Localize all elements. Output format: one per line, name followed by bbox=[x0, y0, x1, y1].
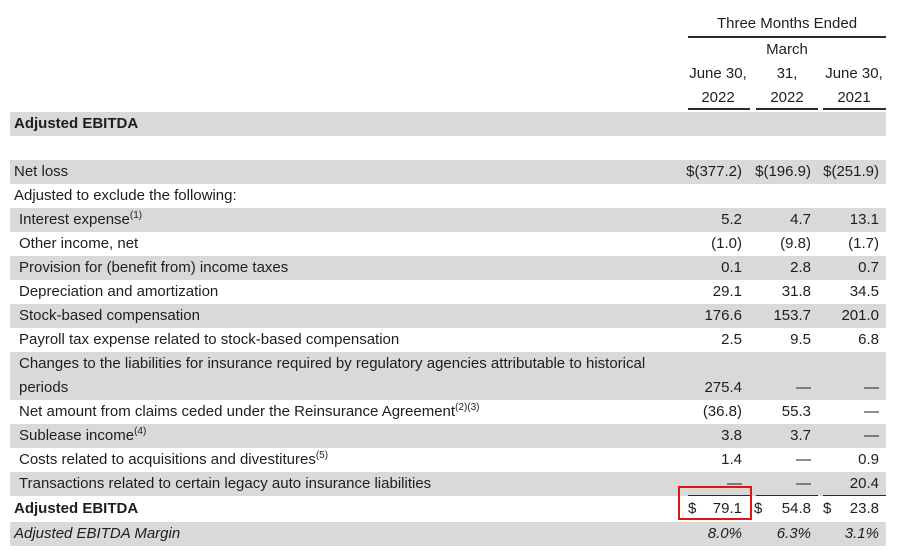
currency-symbol: $ bbox=[754, 500, 763, 517]
table-row-adjusted-exclude: Adjusted to exclude the following: bbox=[10, 184, 886, 208]
row-label: Adjusted to exclude the following: bbox=[14, 187, 237, 204]
value-2022-q2: 1.4 bbox=[721, 451, 742, 468]
value-2022-q1: 6.3% bbox=[776, 525, 811, 542]
row-label: Costs related to acquisitions and divest… bbox=[19, 451, 316, 468]
table-row-liabilities: Changes to the liabilities for insurance… bbox=[10, 352, 886, 400]
value-2021-q2: (1.7) bbox=[848, 235, 879, 252]
table-row-acquisitions: Costs related to acquisitions and divest… bbox=[10, 448, 886, 472]
row-label: Net amount from claims ceded under the R… bbox=[19, 403, 456, 420]
total-rule-col2 bbox=[756, 495, 818, 496]
table-row-net-loss: Net loss $(377.2) $(196.9) $(251.9) bbox=[10, 160, 886, 184]
col2-header-line2: 31, bbox=[776, 65, 798, 82]
col3-header-rule bbox=[823, 108, 886, 110]
spacer-row bbox=[10, 136, 886, 160]
value-2021-q2: 0.7 bbox=[858, 259, 879, 276]
value-2022-q1: 2.8 bbox=[790, 259, 811, 276]
row-label-wrapper: Costs related to acquisitions and divest… bbox=[19, 448, 328, 472]
value-2022-q1: 153.7 bbox=[773, 307, 811, 324]
row-label-wrapper: Interest expense(1) bbox=[19, 208, 142, 232]
col3-header-line1: June 30, bbox=[825, 65, 883, 82]
row-label: Adjusted EBITDA Margin bbox=[14, 525, 181, 542]
value-2022-q2: 176.6 bbox=[704, 307, 742, 324]
row-label: Interest expense bbox=[19, 211, 130, 228]
row-label: Payroll tax expense related to stock-bas… bbox=[19, 331, 400, 348]
table-row-legacy-auto: Transactions related to certain legacy a… bbox=[10, 472, 886, 496]
value-2021-q2: — bbox=[864, 403, 879, 420]
footnote-marker: (4) bbox=[134, 426, 147, 437]
value-2022-q1: — bbox=[796, 451, 811, 468]
value-2022-q2: 3.8 bbox=[721, 427, 742, 444]
table-row-payroll-tax: Payroll tax expense related to stock-bas… bbox=[10, 328, 886, 352]
table-row-adjusted-ebitda: Adjusted EBITDA $ 79.1 $ 54.8 $ 23.8 bbox=[10, 497, 886, 521]
row-label: Sublease income bbox=[19, 427, 135, 444]
value-2022-q1: — bbox=[796, 475, 811, 492]
footnote-marker: (5) bbox=[315, 450, 329, 461]
col1-header-rule bbox=[688, 108, 750, 110]
table-row-interest-expense: Interest expense(1) 5.2 4.7 13.1 bbox=[10, 208, 886, 232]
table-row-reinsurance: Net amount from claims ceded under the R… bbox=[10, 400, 886, 424]
value-2021-q2: 20.4 bbox=[849, 475, 879, 492]
value-2022-q2: 275.4 bbox=[704, 379, 742, 396]
value-2022-q2: (36.8) bbox=[702, 403, 742, 420]
row-label-wrapper: Net amount from claims ceded under the R… bbox=[19, 400, 480, 424]
value-2021-q2: 23.8 bbox=[849, 500, 879, 517]
value-2021-q2: 0.9 bbox=[858, 451, 879, 468]
col1-header-line1: June 30, bbox=[689, 65, 747, 82]
value-2022-q2: 29.1 bbox=[712, 283, 742, 300]
value-2022-q1: 54.8 bbox=[781, 500, 811, 517]
row-label: Transactions related to certain legacy a… bbox=[19, 475, 432, 492]
value-2021-q2: — bbox=[864, 379, 879, 396]
table-row-stock-comp: Stock-based compensation 176.6 153.7 201… bbox=[10, 304, 886, 328]
row-label: Provision for (benefit from) income taxe… bbox=[19, 259, 289, 276]
row-label: Other income, net bbox=[19, 235, 139, 252]
highlight-box bbox=[678, 486, 752, 520]
row-label: Adjusted EBITDA bbox=[14, 500, 139, 517]
value-2022-q2: 0.1 bbox=[721, 259, 742, 276]
value-2022-q1: — bbox=[796, 379, 811, 396]
table-row-other-income: Other income, net (1.0) (9.8) (1.7) bbox=[10, 232, 886, 256]
section-title-row: Adjusted EBITDA bbox=[10, 112, 886, 136]
footnote-marker: (1) bbox=[129, 210, 143, 221]
col1-header-line2: 2022 bbox=[701, 89, 735, 106]
value-2022-q2: (1.0) bbox=[711, 235, 742, 252]
value-2021-q2: 6.8 bbox=[858, 331, 879, 348]
row-label-line1: Changes to the liabilities for insurance… bbox=[19, 355, 646, 372]
value-2022-q1: 3.7 bbox=[790, 427, 811, 444]
value-2022-q1: 9.5 bbox=[790, 331, 811, 348]
footnote-marker: (2)(3) bbox=[455, 402, 480, 413]
value-2022-q1: 55.3 bbox=[781, 403, 811, 420]
col2-header-line1: March bbox=[766, 41, 808, 58]
value-2022-q1: (9.8) bbox=[780, 235, 811, 252]
total-rule-col3 bbox=[823, 495, 886, 496]
table-row-sublease: Sublease income(4) 3.8 3.7 — bbox=[10, 424, 886, 448]
row-label: Net loss bbox=[14, 163, 69, 180]
table-row-provision: Provision for (benefit from) income taxe… bbox=[10, 256, 886, 280]
row-label-line2: periods bbox=[19, 379, 69, 396]
value-2021-q2: $(251.9) bbox=[823, 163, 879, 180]
header-group-title: Three Months Ended bbox=[716, 15, 858, 32]
value-2021-q2: 13.1 bbox=[849, 211, 879, 228]
value-2022-q1: $(196.9) bbox=[755, 163, 811, 180]
value-2021-q2: — bbox=[864, 427, 879, 444]
value-2021-q2: 3.1% bbox=[844, 525, 879, 542]
value-2021-q2: 34.5 bbox=[849, 283, 879, 300]
value-2021-q2: 201.0 bbox=[841, 307, 879, 324]
row-label: Depreciation and amortization bbox=[19, 283, 219, 300]
value-2022-q1: 4.7 bbox=[790, 211, 811, 228]
table-row-depreciation: Depreciation and amortization 29.1 31.8 … bbox=[10, 280, 886, 304]
value-2022-q2: 2.5 bbox=[721, 331, 742, 348]
table-row-margin: Adjusted EBITDA Margin 8.0% 6.3% 3.1% bbox=[10, 522, 886, 546]
value-2022-q1: 31.8 bbox=[781, 283, 811, 300]
value-2022-q2: 8.0% bbox=[707, 525, 742, 542]
row-label-wrapper: Sublease income(4) bbox=[19, 424, 146, 448]
value-2022-q2: $(377.2) bbox=[686, 163, 742, 180]
value-2022-q2: 5.2 bbox=[721, 211, 742, 228]
col2-header-line3: 2022 bbox=[770, 89, 804, 106]
col2-header-rule bbox=[756, 108, 818, 110]
currency-symbol: $ bbox=[823, 500, 832, 517]
section-title: Adjusted EBITDA bbox=[14, 115, 139, 132]
col3-header-line2: 2021 bbox=[837, 89, 871, 106]
row-label: Stock-based compensation bbox=[19, 307, 200, 324]
